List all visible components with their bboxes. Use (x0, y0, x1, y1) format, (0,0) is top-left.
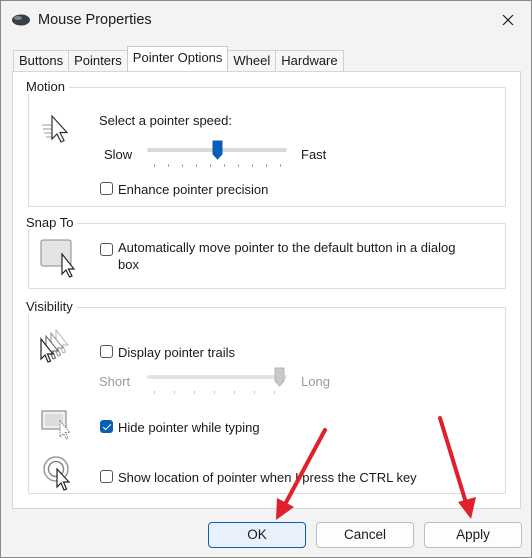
annotation-arrows (276, 416, 476, 520)
arrow-to-ok (276, 428, 327, 520)
tab-pointer-options[interactable]: Pointer Options (126, 46, 229, 71)
arrow-to-apply (438, 416, 476, 519)
